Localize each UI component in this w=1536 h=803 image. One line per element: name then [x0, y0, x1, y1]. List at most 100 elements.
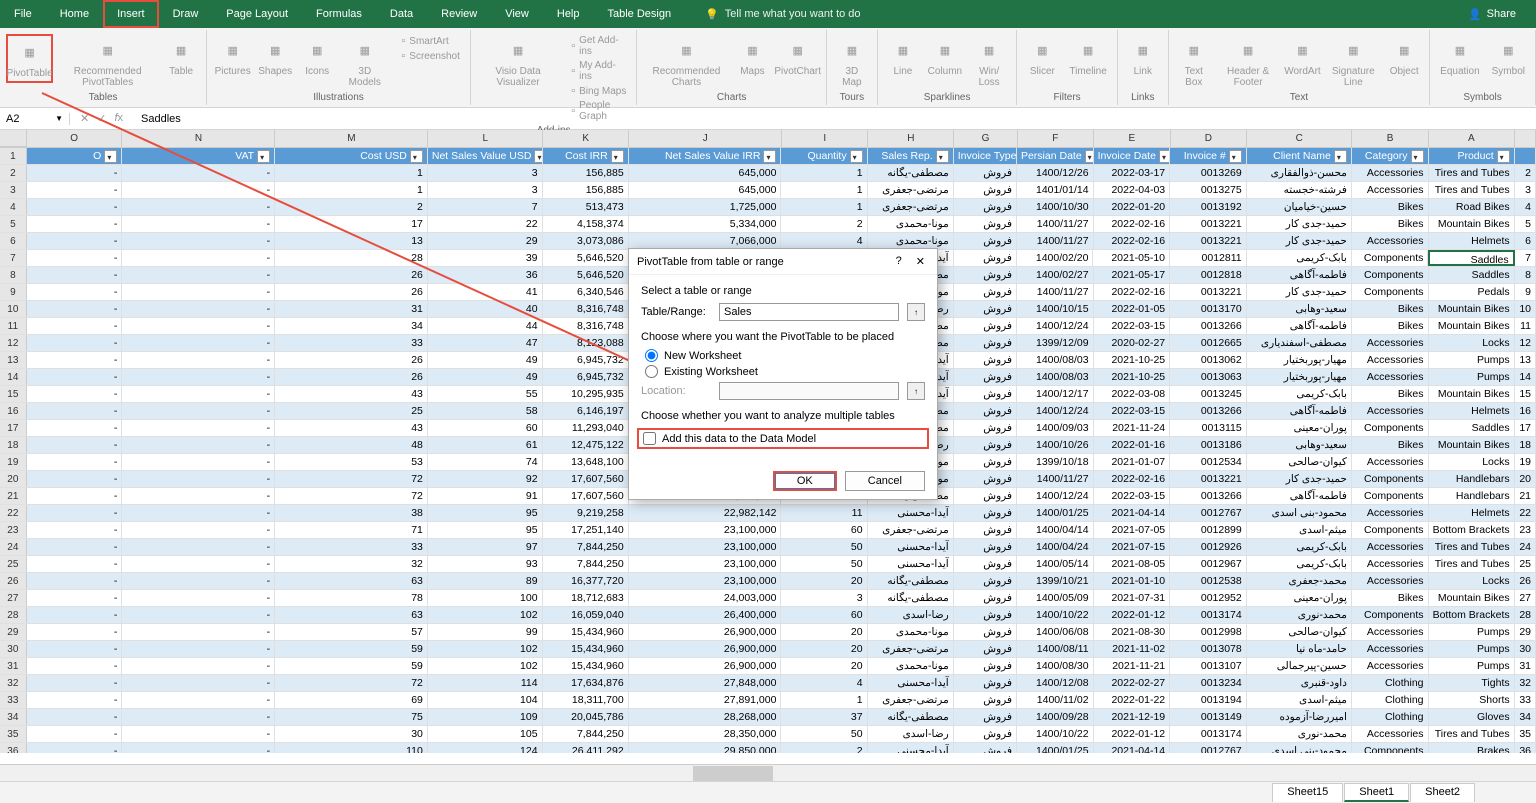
cell[interactable]: 0013174 — [1170, 607, 1247, 623]
cell[interactable]: محسن-ذوالفقاری — [1247, 165, 1352, 181]
cell[interactable]: 105 — [428, 726, 543, 742]
cell[interactable]: 11 — [781, 505, 867, 521]
ribbon-slicer[interactable]: ▦Slicer — [1023, 34, 1061, 79]
cell[interactable]: 34 — [1515, 709, 1536, 725]
cell[interactable]: - — [27, 233, 123, 249]
cell[interactable]: 20 — [781, 624, 867, 640]
cell[interactable]: 28,350,000 — [629, 726, 782, 742]
cell[interactable]: Accessories — [1352, 403, 1429, 419]
cell[interactable]: Components — [1352, 267, 1429, 283]
row-header[interactable]: 1 — [0, 148, 27, 164]
cell[interactable]: Helmets — [1429, 505, 1515, 521]
cell[interactable]: 23,100,000 — [629, 522, 782, 538]
cell[interactable]: Locks — [1429, 573, 1515, 589]
row-header[interactable]: 23 — [0, 522, 27, 538]
cell[interactable]: 23 — [1515, 522, 1536, 538]
cell[interactable]: Accessories — [1352, 233, 1429, 249]
cell[interactable]: 1400/12/24 — [1017, 403, 1094, 419]
cell[interactable]: - — [27, 488, 123, 504]
cell[interactable]: 89 — [428, 573, 543, 589]
cell[interactable]: 24 — [1515, 539, 1536, 555]
cell[interactable]: محمد-نوری — [1247, 607, 1352, 623]
cell[interactable]: 2 — [781, 216, 867, 232]
cell[interactable]: پوران-معینی — [1247, 420, 1352, 436]
cell[interactable]: 0012967 — [1170, 556, 1247, 572]
cell[interactable]: 2022-01-12 — [1094, 607, 1171, 623]
tell-me-search[interactable]: 💡 Tell me what you want to do — [705, 8, 860, 21]
filter-icon[interactable] — [1334, 150, 1347, 163]
ribbon-equation[interactable]: ▦Equation — [1436, 34, 1483, 79]
menu-tab-insert[interactable]: Insert — [103, 0, 159, 28]
cell[interactable]: رضا-اسدی — [868, 726, 954, 742]
cell[interactable]: 10 — [1515, 301, 1536, 317]
filter-icon[interactable] — [1229, 150, 1242, 163]
cell[interactable]: Pumps — [1429, 624, 1515, 640]
cell[interactable]: Saddles — [1428, 250, 1514, 266]
cell[interactable]: 60 — [428, 420, 543, 436]
cell[interactable]: فروش — [954, 692, 1017, 708]
cell[interactable]: 2022-03-15 — [1094, 318, 1171, 334]
cell[interactable]: 2021-01-10 — [1094, 573, 1171, 589]
col-header-J[interactable]: J — [629, 130, 782, 147]
cell[interactable]: 2022-02-16 — [1094, 233, 1171, 249]
cell[interactable]: فروش — [954, 743, 1017, 753]
cell[interactable]: محمود-بنی اسدی — [1247, 505, 1352, 521]
cell[interactable]: 0013115 — [1170, 420, 1247, 436]
scroll-thumb[interactable] — [693, 766, 773, 781]
ribbon-maps[interactable]: ▦Maps — [733, 34, 771, 79]
cell[interactable]: 15,434,960 — [543, 641, 629, 657]
cell[interactable]: فاطمه-آگاهی — [1247, 403, 1352, 419]
cell[interactable]: 4 — [781, 675, 867, 691]
cell[interactable]: 2 — [781, 743, 867, 753]
cell[interactable]: 1401/01/14 — [1017, 182, 1094, 198]
new-worksheet-radio[interactable]: New Worksheet — [641, 349, 925, 362]
cell[interactable]: Components — [1352, 284, 1429, 300]
cell[interactable]: Tires and Tubes — [1429, 539, 1515, 555]
cell[interactable]: 33 — [1515, 692, 1536, 708]
cell[interactable]: فروش — [954, 420, 1017, 436]
cell[interactable]: Clothing — [1352, 675, 1429, 691]
menu-tab-draw[interactable]: Draw — [159, 0, 213, 28]
cell[interactable]: فروش — [954, 182, 1017, 198]
close-icon[interactable]: ✕ — [912, 255, 929, 268]
cell[interactable]: - — [122, 726, 275, 742]
cell[interactable]: 3 — [781, 590, 867, 606]
cell[interactable]: 27,891,000 — [629, 692, 782, 708]
cell[interactable]: فرشته-خجسته — [1247, 182, 1352, 198]
cell[interactable]: فروش — [954, 216, 1017, 232]
cell[interactable]: 3 — [428, 165, 543, 181]
cell[interactable]: فروش — [954, 556, 1017, 572]
cell[interactable]: 78 — [275, 590, 428, 606]
cell[interactable]: 1400/01/25 — [1017, 505, 1094, 521]
cell[interactable]: 0013174 — [1170, 726, 1247, 742]
cell[interactable]: محمد-نوری — [1247, 726, 1352, 742]
menu-tab-file[interactable]: File — [0, 0, 46, 28]
cell[interactable]: 55 — [428, 386, 543, 402]
cell[interactable]: - — [27, 692, 123, 708]
cell[interactable]: 75 — [275, 709, 428, 725]
cell[interactable]: فروش — [954, 318, 1017, 334]
cell[interactable]: 47 — [428, 335, 543, 351]
cell[interactable]: - — [122, 284, 275, 300]
cell[interactable]: مصطفی-یگانه — [868, 165, 954, 181]
cell[interactable]: - — [122, 267, 275, 283]
filter-icon[interactable] — [936, 150, 949, 163]
cell[interactable]: - — [122, 505, 275, 521]
cell[interactable]: 2021-11-21 — [1094, 658, 1171, 674]
cell[interactable]: Pedals — [1429, 284, 1515, 300]
cell[interactable]: فروش — [954, 267, 1017, 283]
cell[interactable]: 2021-07-31 — [1094, 590, 1171, 606]
cell[interactable]: Mountain Bikes — [1429, 386, 1515, 402]
cell[interactable]: 49 — [428, 352, 543, 368]
cell[interactable]: 1400/05/14 — [1017, 556, 1094, 572]
cell[interactable]: 1400/09/28 — [1017, 709, 1094, 725]
cell[interactable]: آیدا-محسنی — [868, 505, 954, 521]
cell[interactable]: 26,900,000 — [629, 658, 782, 674]
cell[interactable]: 7,844,250 — [543, 556, 629, 572]
cell[interactable]: 1400/10/22 — [1017, 726, 1094, 742]
cell[interactable]: 1400/04/24 — [1017, 539, 1094, 555]
col-header-row[interactable] — [1515, 130, 1536, 147]
cell[interactable]: 1400/02/20 — [1017, 250, 1094, 266]
cell[interactable]: 27 — [1515, 590, 1536, 606]
cell[interactable]: 2021-07-15 — [1094, 539, 1171, 555]
